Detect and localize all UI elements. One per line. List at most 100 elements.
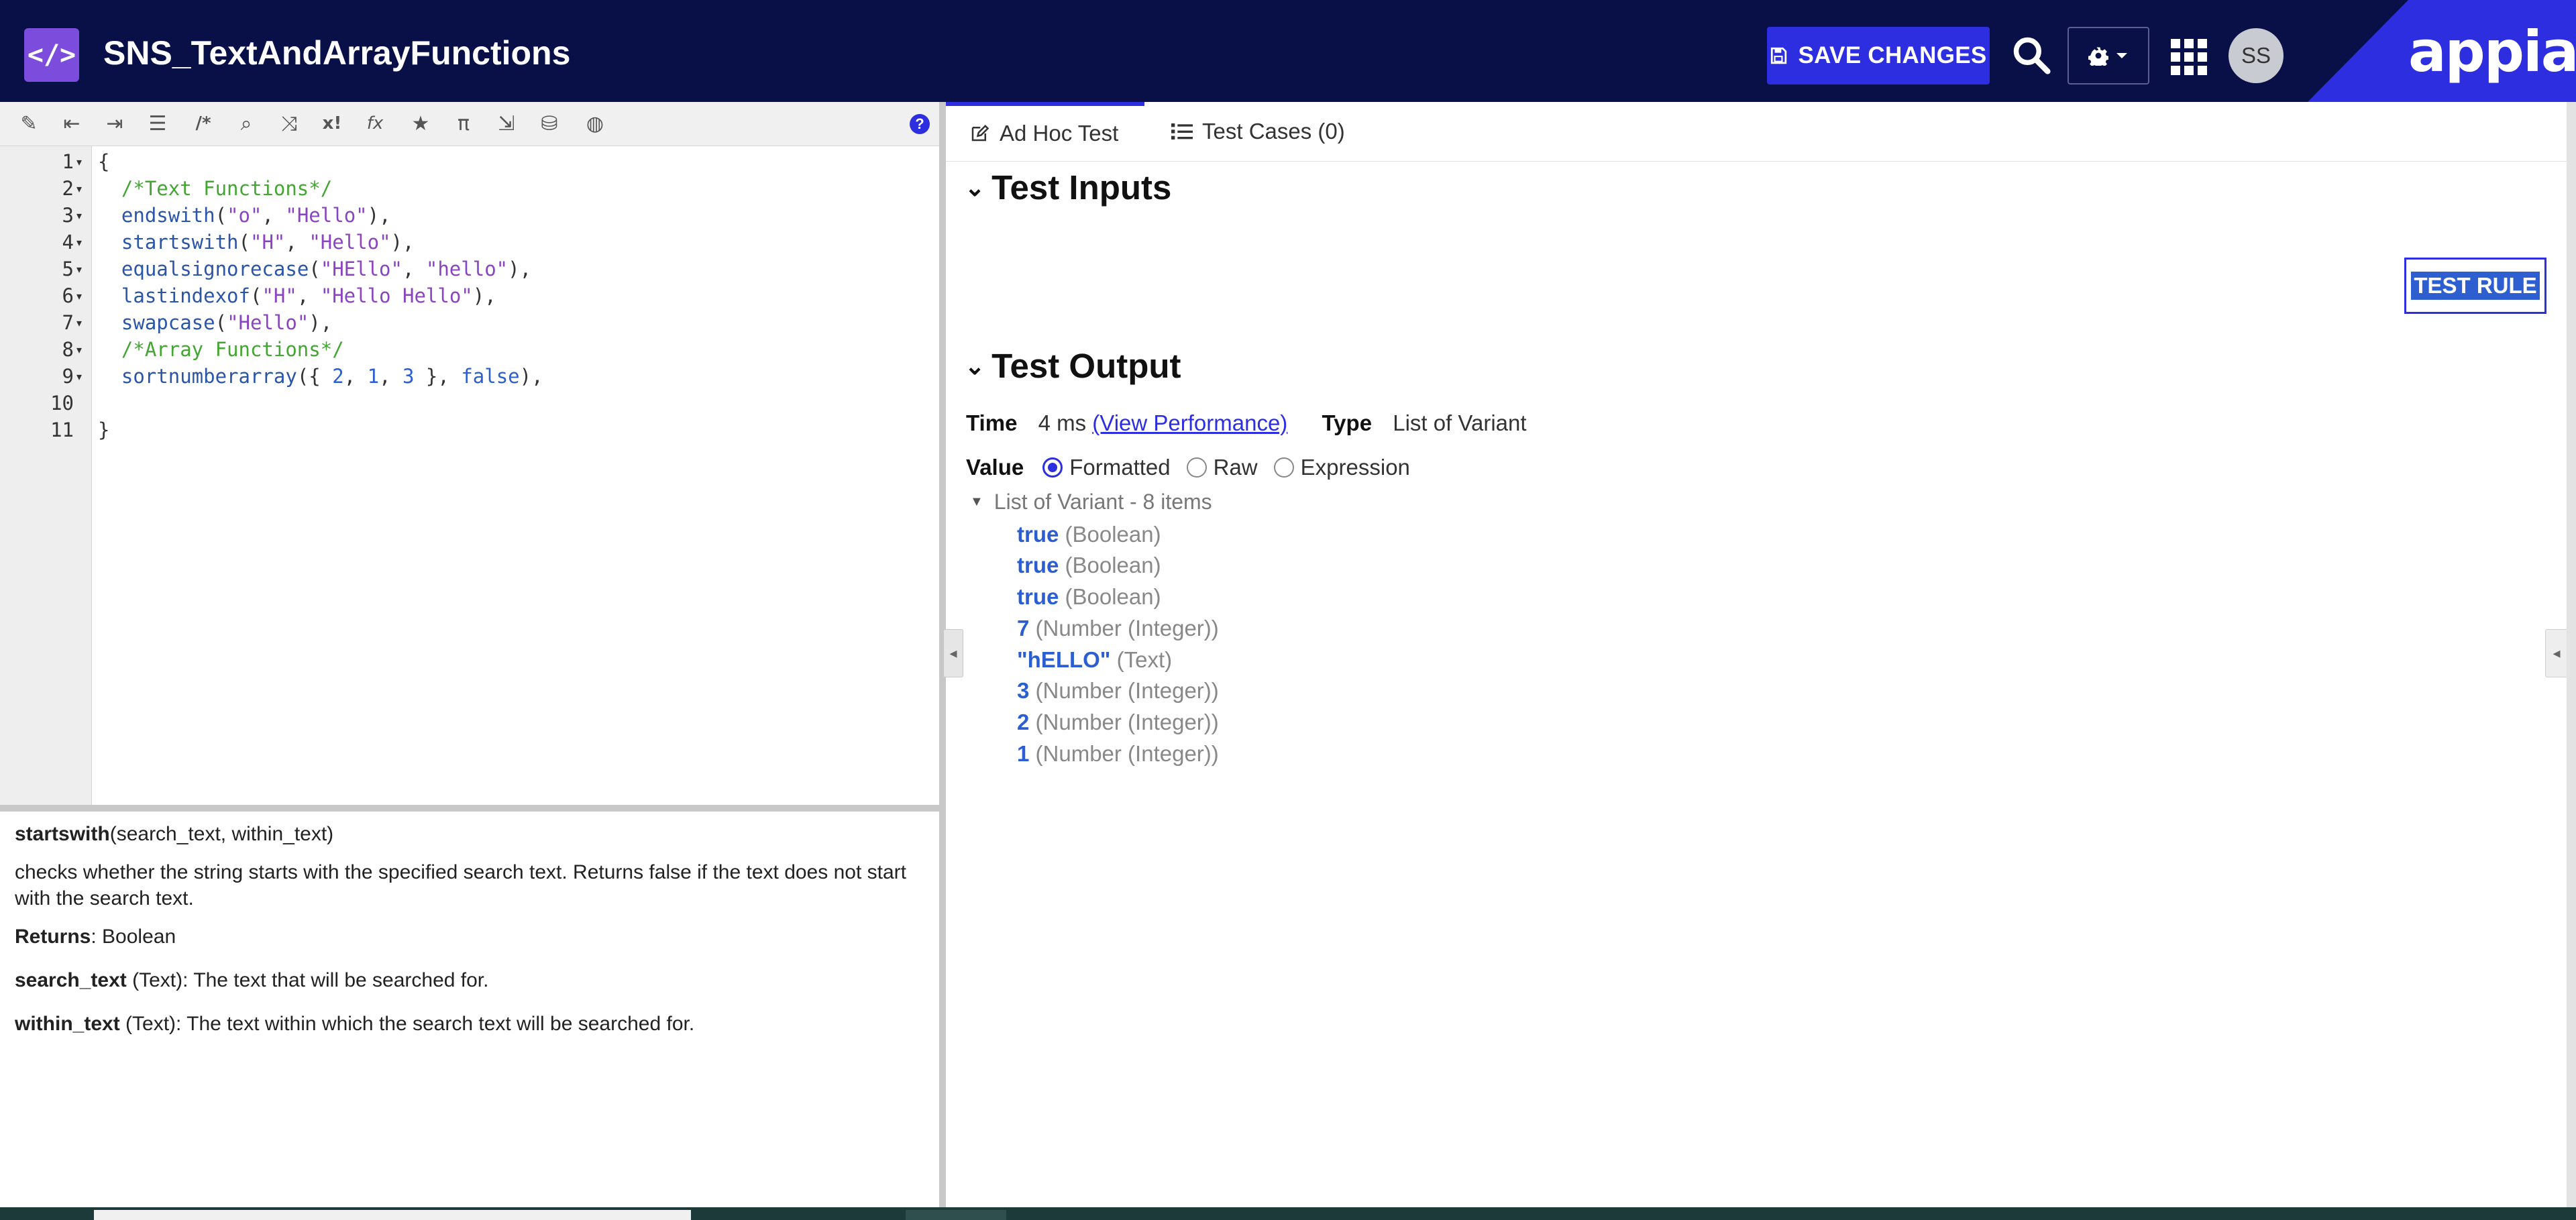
tab-ad-hoc-test[interactable]: Ad Hoc Test: [946, 102, 1144, 161]
expression-editor[interactable]: { /*Text Functions*/ endswith("o", "Hell…: [98, 146, 936, 805]
collapse-left-arrow-icon[interactable]: ◂: [943, 629, 963, 677]
item-type: (Number (Integer)): [1035, 710, 1219, 734]
code-punct: ,: [379, 365, 402, 388]
list-item: true (Boolean): [1017, 584, 1161, 610]
output-meta: Time 4 ms (View Performance) Type List o…: [966, 410, 1527, 436]
code-line-7: swapcase("Hello"),: [98, 311, 332, 334]
radio-raw[interactable]: Raw: [1186, 455, 1258, 480]
line-number: 2: [62, 177, 74, 200]
pi-icon[interactable]: π: [448, 110, 479, 137]
fold-arrow-icon[interactable]: ▾: [76, 209, 82, 223]
fold-arrow-icon[interactable]: ▾: [76, 343, 82, 357]
magic-wand-icon[interactable]: ✎: [13, 110, 44, 137]
doc-param-desc: (Text): The text within which the search…: [119, 1013, 695, 1035]
chevron-down-icon: ⌄: [965, 173, 985, 201]
code-string: "o": [227, 204, 262, 227]
scrollbar[interactable]: [2567, 102, 2576, 1207]
code-punct: ,: [285, 231, 309, 254]
fold-arrow-icon[interactable]: ▾: [76, 236, 82, 249]
fold-arrow-icon[interactable]: ▾: [76, 263, 82, 276]
fold-arrow-icon[interactable]: ▾: [76, 370, 82, 384]
list-item: 1 (Number (Integer)): [1017, 741, 1219, 767]
code-number: 1: [367, 365, 380, 388]
item-value: "hELLO": [1017, 647, 1111, 672]
globe-icon[interactable]: ◍: [580, 110, 610, 137]
code-punct: (: [309, 258, 321, 280]
comment-icon[interactable]: /*: [188, 110, 219, 137]
fold-arrow-icon[interactable]: ▾: [76, 156, 82, 169]
item-value: 7: [1017, 616, 1030, 641]
code-string: "Hello Hello": [320, 284, 473, 307]
help-icon[interactable]: ?: [910, 114, 930, 134]
database-search-icon[interactable]: ⛁: [534, 110, 565, 137]
code-line-6: lastindexof("H", "Hello Hello"),: [98, 284, 496, 307]
app-launcher-icon[interactable]: [2171, 39, 2207, 75]
item-type: (Number (Integer)): [1035, 678, 1219, 703]
search-icon[interactable]: ⌕: [231, 110, 262, 137]
function-name: equalsignorecase: [121, 258, 309, 280]
result-list-header[interactable]: ▼ List of Variant - 8 items: [970, 490, 1212, 514]
doc-param-name: within_text: [15, 1013, 120, 1035]
save-icon: [1771, 47, 1787, 64]
item-value: 2: [1017, 710, 1030, 734]
radio-formatted[interactable]: Formatted: [1042, 455, 1171, 480]
editor-doc-splitter[interactable]: [0, 805, 939, 812]
tab-label: Ad Hoc Test: [1000, 121, 1119, 146]
fold-arrow-icon[interactable]: ▾: [76, 290, 82, 303]
view-performance-link[interactable]: (View Performance): [1092, 410, 1287, 435]
user-avatar[interactable]: SS: [2229, 28, 2284, 83]
line-number: 5: [62, 258, 74, 280]
save-changes-button[interactable]: SAVE CHANGES: [1767, 27, 1990, 85]
code-string: "H": [250, 231, 286, 254]
chevron-down-icon: ⌄: [965, 351, 985, 380]
item-type: (Number (Integer)): [1035, 616, 1219, 641]
item-value: true: [1017, 584, 1059, 609]
item-type: (Number (Integer)): [1035, 741, 1219, 766]
shuffle-icon[interactable]: ⤨: [274, 110, 305, 137]
test-rule-button[interactable]: TEST RULE: [2404, 258, 2546, 314]
test-output-header[interactable]: ⌄ Test Output: [965, 346, 1181, 386]
appian-logo: appian: [2408, 19, 2576, 85]
item-type: (Boolean): [1065, 553, 1161, 577]
settings-menu-button[interactable]: [2068, 27, 2149, 85]
indent-icon[interactable]: ⇥: [99, 110, 130, 137]
code-line-5: equalsignorecase("HEllo", "hello"),: [98, 258, 531, 280]
doc-returns-value: : Boolean: [91, 926, 176, 948]
type-value: List of Variant: [1393, 410, 1527, 435]
line-number: 1: [62, 150, 74, 173]
code-punct: ,: [262, 204, 286, 227]
collapse-right-arrow-icon[interactable]: ◂: [2545, 629, 2568, 677]
code-punct: (: [250, 284, 262, 307]
expression-icon[interactable]: x!: [317, 110, 347, 137]
code-punct: ,: [297, 284, 321, 307]
list-icon[interactable]: ☰: [142, 110, 173, 137]
radio-label: Raw: [1213, 455, 1258, 480]
code-string: "HEllo": [320, 258, 402, 280]
list-item: "hELLO" (Text): [1017, 647, 1172, 673]
star-icon[interactable]: ★: [405, 110, 436, 137]
test-inputs-header[interactable]: ⌄ Test Inputs: [965, 168, 1171, 207]
line-number: 7: [62, 311, 74, 334]
fold-arrow-icon[interactable]: ▾: [76, 317, 82, 330]
item-type: (Boolean): [1065, 584, 1161, 609]
taskbar-tab[interactable]: [906, 1210, 1006, 1220]
code-punct: ),: [472, 284, 496, 307]
code-punct: ),: [309, 311, 333, 334]
taskbar-tab[interactable]: [94, 1210, 691, 1220]
code-string: "H": [262, 284, 297, 307]
tab-test-cases[interactable]: Test Cases (0): [1171, 102, 1345, 161]
function-icon[interactable]: fx: [360, 110, 390, 137]
item-value: 3: [1017, 678, 1030, 703]
test-rule-label: TEST RULE: [2411, 272, 2540, 300]
code-line-4: startswith("H", "Hello"),: [98, 231, 415, 254]
value-label: Value: [966, 455, 1024, 480]
item-value: 1: [1017, 741, 1030, 766]
outdent-icon[interactable]: ⇤: [56, 110, 87, 137]
export-icon[interactable]: ⇲: [491, 110, 522, 137]
radio-expression[interactable]: Expression: [1273, 455, 1410, 480]
code-line-3: endswith("o", "Hello"),: [98, 204, 391, 227]
code-string: "hello": [425, 258, 508, 280]
radio-label: Expression: [1300, 455, 1410, 480]
search-icon[interactable]: [2011, 34, 2051, 76]
fold-arrow-icon[interactable]: ▾: [76, 182, 82, 196]
